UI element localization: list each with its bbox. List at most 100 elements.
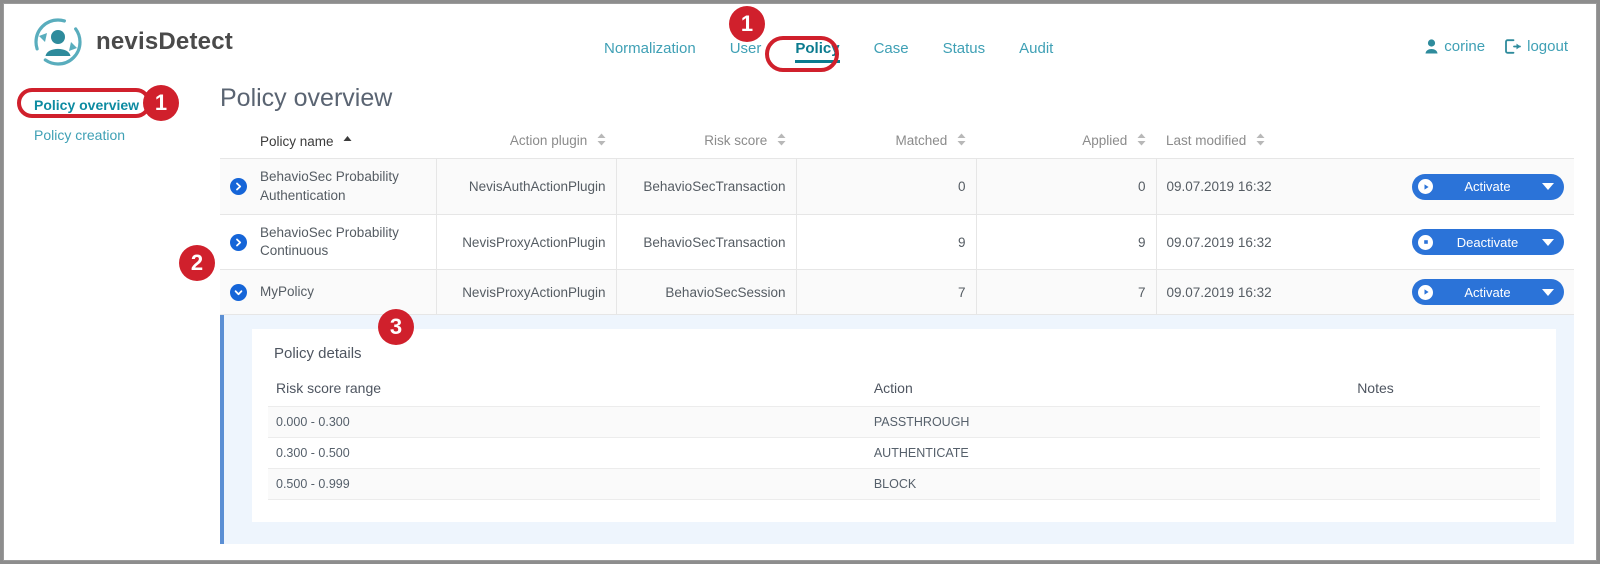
- cell-applied: 9: [976, 214, 1156, 269]
- cell-risk-score-range: 0.500 - 0.999: [268, 469, 866, 500]
- cell-action: Activate: [1306, 159, 1574, 214]
- row-expand-toggle[interactable]: [220, 159, 250, 214]
- sort-asc-icon: [343, 134, 352, 149]
- sort-both-icon: [777, 133, 786, 149]
- policy-details-table: Risk score range Action Notes 0.000 - 0.…: [268, 376, 1540, 500]
- annotation-badge-1-sidebar: 1: [143, 85, 179, 121]
- annotation-ring-topnav-policy: [765, 36, 839, 72]
- topnav-item-case[interactable]: Case: [874, 40, 909, 57]
- cell-risk-score-range: 0.000 - 0.300: [268, 407, 866, 438]
- activate-button[interactable]: Activate: [1412, 279, 1564, 305]
- column-header-applied[interactable]: Applied: [976, 127, 1156, 159]
- table-row[interactable]: BehavioSec Probability Authentication Ne…: [220, 159, 1574, 214]
- user-area: corine logout: [1425, 38, 1568, 55]
- deactivate-button-label: Deactivate: [1439, 235, 1536, 250]
- cell-detail-notes: [1349, 407, 1540, 438]
- column-header-policy-name[interactable]: Policy name: [250, 127, 436, 159]
- cell-risk-score-range: 0.300 - 0.500: [268, 438, 866, 469]
- cell-matched: 9: [796, 214, 976, 269]
- cell-matched: 7: [796, 270, 976, 315]
- logout-button[interactable]: logout: [1505, 38, 1568, 55]
- main-content: Policy overview Policy name: [220, 84, 1574, 561]
- sort-both-icon: [1137, 133, 1146, 149]
- column-header-last-modified[interactable]: Last modified: [1156, 127, 1306, 159]
- row-expand-toggle[interactable]: [220, 270, 250, 315]
- cell-policy-name: BehavioSec Probability Continuous: [250, 214, 436, 269]
- cell-risk-score: BehavioSecTransaction: [616, 214, 796, 269]
- chevron-down-icon[interactable]: [1542, 239, 1554, 246]
- chevron-down-icon[interactable]: [1542, 289, 1554, 296]
- policy-table: Policy name Action plugin Risk score: [220, 127, 1574, 315]
- policy-details-header-row: Risk score range Action Notes: [268, 376, 1540, 407]
- cell-last-modified: 09.07.2019 16:32: [1156, 159, 1306, 214]
- sort-both-icon: [957, 133, 966, 149]
- column-header-risk-score[interactable]: Risk score: [616, 127, 796, 159]
- cell-action-plugin: NevisProxyActionPlugin: [436, 214, 616, 269]
- table-row[interactable]: BehavioSec Probability Continuous NevisP…: [220, 214, 1574, 269]
- activate-button[interactable]: Activate: [1412, 174, 1564, 200]
- cell-detail-notes: [1349, 438, 1540, 469]
- topnav-item-normalization[interactable]: Normalization: [604, 40, 696, 57]
- current-user-name: corine: [1444, 38, 1485, 55]
- policy-details-panel: Policy details Risk score range Action N…: [220, 315, 1574, 544]
- cell-risk-score: BehavioSecTransaction: [616, 159, 796, 214]
- cell-action: Activate: [1306, 270, 1574, 315]
- activate-button-label: Activate: [1439, 179, 1536, 194]
- play-circle-icon: [1418, 179, 1433, 194]
- policy-details-card: Policy details Risk score range Action N…: [252, 329, 1556, 522]
- cell-action-plugin: NevisProxyActionPlugin: [436, 270, 616, 315]
- annotation-ring-sidebar-policy-overview: [17, 88, 151, 118]
- cell-detail-action: AUTHENTICATE: [866, 438, 1349, 469]
- cell-applied: 0: [976, 159, 1156, 214]
- detail-column-header-notes: Notes: [1349, 376, 1540, 407]
- logout-label: logout: [1527, 38, 1568, 55]
- detail-table-row: 0.300 - 0.500 AUTHENTICATE: [268, 438, 1540, 469]
- current-user[interactable]: corine: [1425, 38, 1485, 55]
- annotation-badge-3-policy-details: 3: [378, 309, 414, 345]
- detail-column-header-risk-score-range: Risk score range: [268, 376, 866, 407]
- brand-name: nevisDetect: [96, 28, 233, 56]
- activate-button-label: Activate: [1439, 285, 1536, 300]
- column-header-action-plugin[interactable]: Action plugin: [436, 127, 616, 159]
- annotation-badge-1-topnav: 1: [729, 6, 765, 42]
- brand-logo: nevisDetect: [32, 16, 233, 68]
- cell-policy-name: MyPolicy: [250, 270, 436, 315]
- logout-icon: [1505, 39, 1521, 54]
- chevron-right-circle-icon[interactable]: [230, 234, 247, 251]
- page-title: Policy overview: [220, 84, 1574, 113]
- detail-table-row: 0.500 - 0.999 BLOCK: [268, 469, 1540, 500]
- policy-details-title: Policy details: [274, 345, 1540, 362]
- row-expand-toggle[interactable]: [220, 214, 250, 269]
- cell-detail-action: BLOCK: [866, 469, 1349, 500]
- expand-column-header: [220, 127, 250, 159]
- detail-table-row: 0.000 - 0.300 PASSTHROUGH: [268, 407, 1540, 438]
- play-circle-icon: [1418, 285, 1433, 300]
- action-column-header: [1306, 127, 1574, 159]
- detail-column-header-action: Action: [866, 376, 1349, 407]
- sort-both-icon: [597, 133, 606, 149]
- chevron-down-circle-icon[interactable]: [230, 284, 247, 301]
- chevron-down-icon[interactable]: [1542, 183, 1554, 190]
- chevron-right-circle-icon[interactable]: [230, 178, 247, 195]
- annotation-badge-2-row-toggle: 2: [179, 245, 215, 281]
- cell-last-modified: 09.07.2019 16:32: [1156, 270, 1306, 315]
- cell-action-plugin: NevisAuthActionPlugin: [436, 159, 616, 214]
- sidebar-item-policy-creation[interactable]: Policy creation: [34, 120, 204, 150]
- deactivate-button[interactable]: Deactivate: [1412, 229, 1564, 255]
- policy-table-header-row: Policy name Action plugin Risk score: [220, 127, 1574, 159]
- stop-circle-icon: [1418, 235, 1433, 250]
- topnav-item-status[interactable]: Status: [943, 40, 986, 57]
- cell-matched: 0: [796, 159, 976, 214]
- topnav-item-user[interactable]: User: [730, 40, 762, 57]
- application-window: nevisDetect Normalization User Policy Ca…: [3, 3, 1597, 561]
- person-icon: [1425, 39, 1438, 54]
- topnav-item-audit[interactable]: Audit: [1019, 40, 1053, 57]
- table-row[interactable]: MyPolicy NevisProxyActionPlugin BehavioS…: [220, 270, 1574, 315]
- user-circle-refresh-icon: [32, 16, 84, 68]
- cell-policy-name: BehavioSec Probability Authentication: [250, 159, 436, 214]
- cell-risk-score: BehavioSecSession: [616, 270, 796, 315]
- column-header-matched[interactable]: Matched: [796, 127, 976, 159]
- cell-detail-notes: [1349, 469, 1540, 500]
- cell-action: Deactivate: [1306, 214, 1574, 269]
- cell-applied: 7: [976, 270, 1156, 315]
